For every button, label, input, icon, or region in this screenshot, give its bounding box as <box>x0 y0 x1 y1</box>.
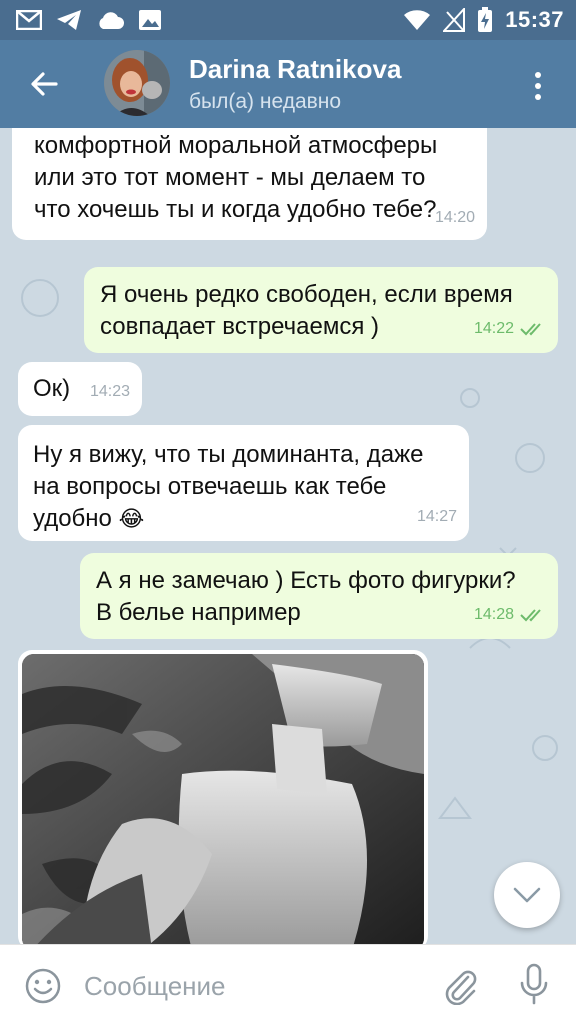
status-bar: 15:37 <box>0 0 576 40</box>
message-text: Ок) <box>33 375 71 402</box>
contact-status: был(а) недавно <box>189 90 342 113</box>
microphone-button[interactable] <box>518 963 550 1010</box>
more-vertical-icon <box>535 72 541 78</box>
telegram-icon <box>56 9 82 31</box>
message-time: 14:27 <box>416 508 457 525</box>
double-check-icon <box>520 323 541 336</box>
message-time: 14:28 <box>473 606 514 623</box>
message-time: 14:23 <box>89 383 130 400</box>
double-check-icon <box>520 609 541 622</box>
message-text-wrap: Ну я вижу, что ты доминанта, даже на воп… <box>33 439 463 535</box>
message-list[interactable]: комфортной моральной атмосферы или это т… <box>0 128 576 944</box>
message-text: А я не замечаю ) Есть фото фигурки? В бе… <box>96 567 516 626</box>
photo-image[interactable] <box>22 654 424 944</box>
paperclip-icon <box>445 970 477 1006</box>
wifi-icon <box>403 9 431 31</box>
emoji-button[interactable] <box>24 967 62 1010</box>
gmail-icon <box>16 10 42 30</box>
image-icon <box>138 9 162 31</box>
message-bubble-outgoing[interactable]: А я не замечаю ) Есть фото фигурки? В бе… <box>80 553 558 639</box>
arrow-left-icon <box>31 72 58 96</box>
message-time: 14:20 <box>434 209 475 226</box>
avatar[interactable] <box>104 50 170 116</box>
message-bubble-incoming[interactable]: комфортной моральной атмосферы или это т… <box>12 128 487 240</box>
message-bubble-incoming[interactable]: Ну я вижу, что ты доминанта, даже на воп… <box>18 425 469 541</box>
photo-message[interactable] <box>18 650 428 944</box>
more-options-button[interactable] <box>520 64 556 108</box>
microphone-icon <box>520 963 548 1005</box>
status-time: 15:37 <box>505 7 564 32</box>
laughing-emoji: 😂 <box>118 506 145 531</box>
scroll-down-button[interactable] <box>494 862 560 928</box>
message-bubble-incoming[interactable]: Ок) 14:23 <box>18 362 142 416</box>
message-bubble-outgoing[interactable]: Я очень редко свободен, если время совпа… <box>84 267 558 353</box>
message-text: Ну я вижу, что ты доминанта, даже на воп… <box>33 441 424 532</box>
chat-header: Darina Ratnikova был(а) недавно <box>0 40 576 128</box>
chevron-down-icon <box>513 887 541 903</box>
smile-icon <box>25 968 61 1004</box>
battery-charging-icon <box>477 7 493 33</box>
no-signal-icon <box>443 8 466 32</box>
attach-button[interactable] <box>440 965 480 1010</box>
cloud-icon <box>96 10 124 30</box>
message-text: комфортной моральной атмосферы или это т… <box>34 132 438 223</box>
message-input[interactable] <box>82 963 416 1009</box>
back-button[interactable] <box>22 62 66 106</box>
message-time: 14:22 <box>473 320 514 337</box>
contact-name[interactable]: Darina Ratnikova <box>189 54 401 85</box>
message-text: Я очень редко свободен, если время совпа… <box>100 281 513 340</box>
composer-bar <box>0 944 576 1025</box>
